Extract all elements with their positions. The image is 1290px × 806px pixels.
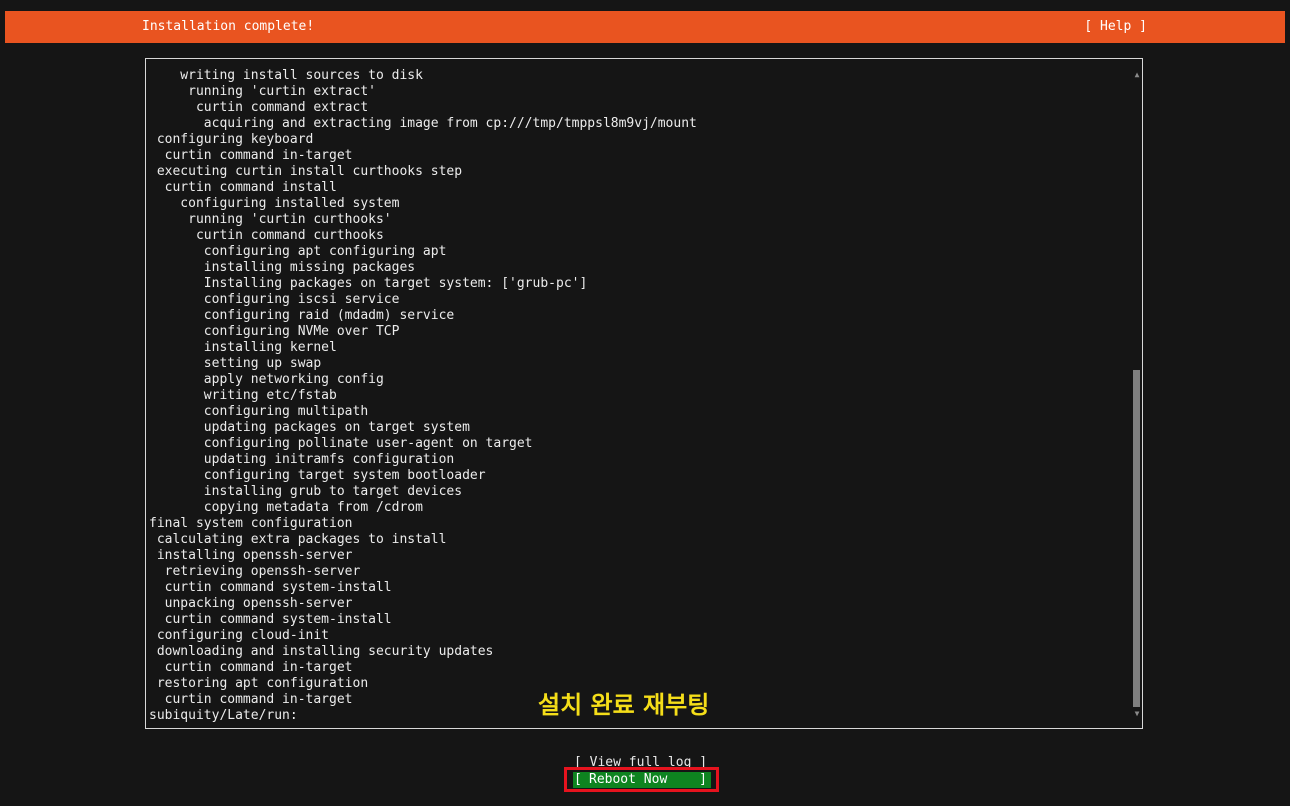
install-log-panel[interactable]: writing install sources to disk running … — [145, 58, 1143, 729]
installer-screen: Installation complete! [ Help ] writing … — [0, 0, 1290, 806]
header-title: Installation complete! — [142, 19, 315, 34]
log-line: downloading and installing security upda… — [149, 644, 494, 659]
scrollbar-thumb[interactable] — [1133, 370, 1140, 707]
log-line: copying metadata from /cdrom — [149, 500, 423, 515]
log-line: configuring raid (mdadm) service — [149, 308, 455, 323]
install-log-lines: writing install sources to disk running … — [149, 68, 1124, 728]
log-line: updating packages on target system — [149, 420, 470, 435]
log-line: writing install sources to disk — [149, 68, 423, 83]
log-line: installing grub to target devices — [149, 484, 463, 499]
annotation-label: 설치 완료 재부팅 — [538, 691, 710, 719]
log-line: configuring multipath — [149, 404, 369, 419]
log-line: configuring apt configuring apt — [149, 244, 447, 259]
header-bar: Installation complete! [ Help ] — [5, 11, 1285, 43]
log-line: curtin command install — [149, 180, 337, 195]
log-line: curtin command in-target — [149, 660, 353, 675]
log-line: curtin command system-install — [149, 612, 392, 627]
log-line: final system configuration — [149, 516, 353, 531]
log-line: configuring installed system — [149, 196, 400, 211]
log-line: writing etc/fstab — [149, 388, 337, 403]
log-line: retrieving openssh-server — [149, 564, 361, 579]
log-line: configuring NVMe over TCP — [149, 324, 400, 339]
log-line: curtin command curthooks — [149, 228, 384, 243]
scroll-down-icon[interactable]: ▼ — [1132, 709, 1142, 719]
log-line: executing curtin install curthooks step — [149, 164, 463, 179]
log-line: unpacking openssh-server — [149, 596, 353, 611]
log-line: curtin command extract — [149, 100, 369, 115]
highlight-box — [564, 767, 719, 792]
log-line: configuring pollinate user-agent on targ… — [149, 436, 533, 451]
log-line: installing missing packages — [149, 260, 416, 275]
log-line: acquiring and extracting image from cp:/… — [149, 116, 697, 131]
log-line: Installing packages on target system: ['… — [149, 276, 588, 291]
log-line: apply networking config — [149, 372, 384, 387]
log-line: running 'curtin curthooks' — [149, 212, 392, 227]
log-line: running 'curtin extract' — [149, 84, 376, 99]
log-line: configuring cloud-init — [149, 628, 330, 643]
log-line: curtin command system-install — [149, 580, 392, 595]
log-line: installing openssh-server — [149, 548, 353, 563]
log-line: calculating extra packages to install — [149, 532, 447, 547]
help-button[interactable]: [ Help ] — [1084, 19, 1147, 35]
scroll-up-icon[interactable]: ▲ — [1132, 70, 1142, 80]
log-line: updating initramfs configuration — [149, 452, 455, 467]
log-line: installing kernel — [149, 340, 337, 355]
log-line: configuring keyboard — [149, 132, 314, 147]
log-line: configuring iscsi service — [149, 292, 400, 307]
log-line: configuring target system bootloader — [149, 468, 486, 483]
log-line: setting up swap — [149, 356, 322, 371]
log-line: curtin command in-target — [149, 148, 353, 163]
